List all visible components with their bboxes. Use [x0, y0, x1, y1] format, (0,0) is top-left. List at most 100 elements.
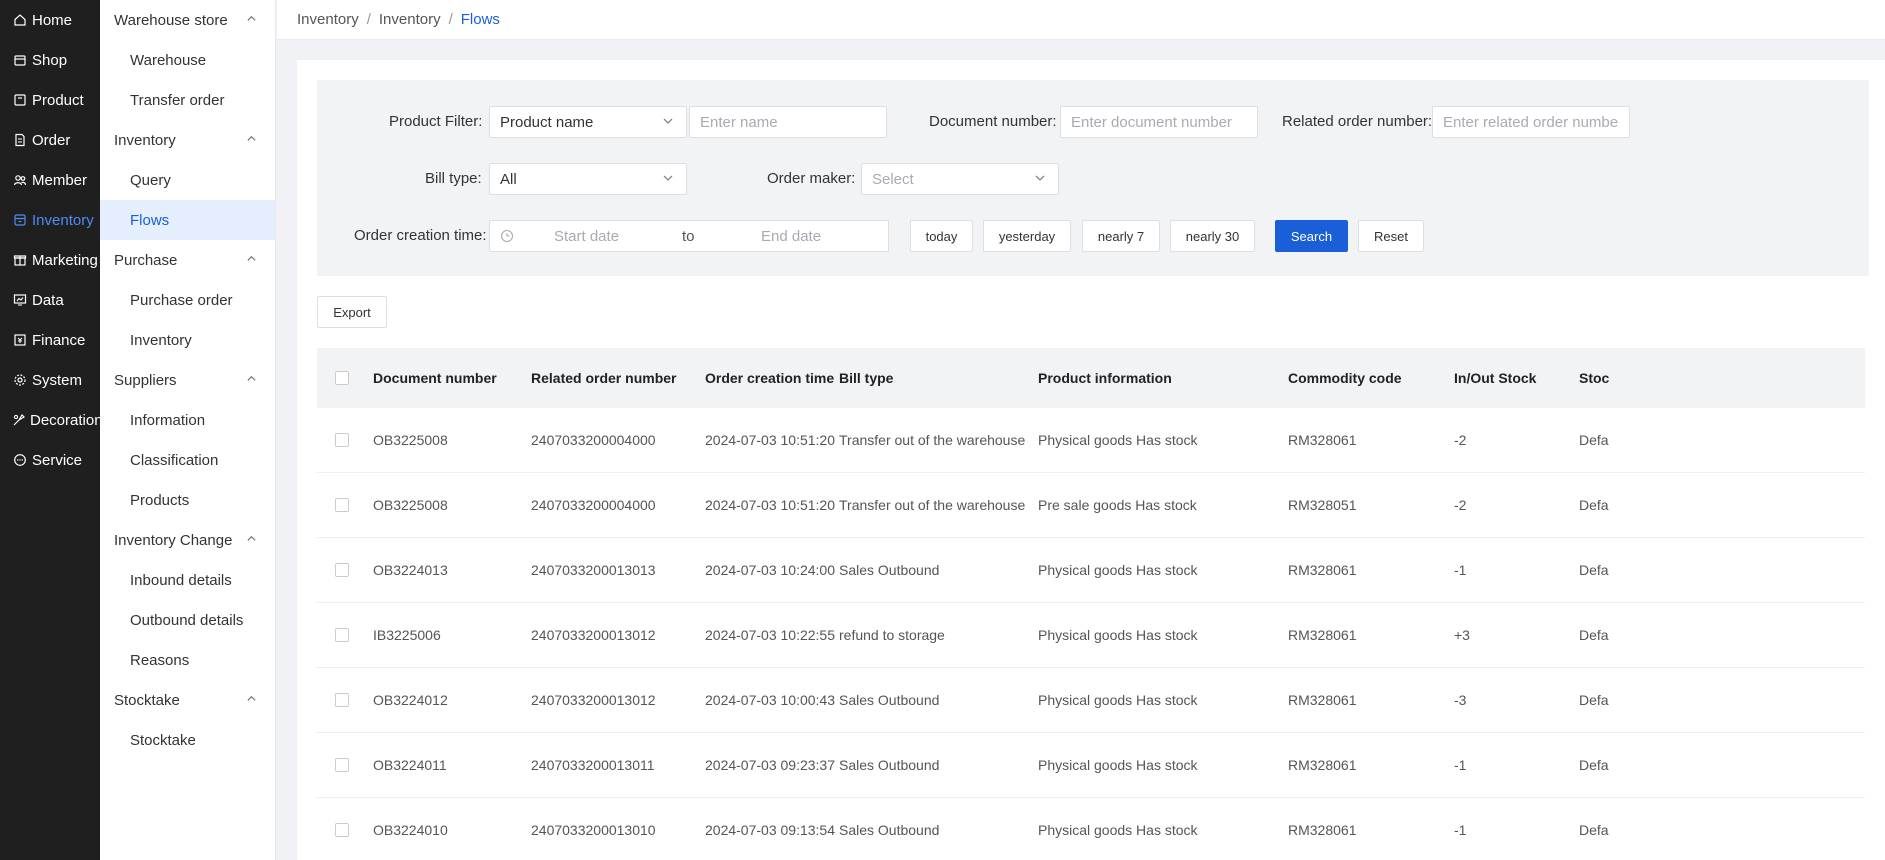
- quick-date-yesterday-button[interactable]: yesterday: [983, 220, 1071, 252]
- sidebar-item-stocktake[interactable]: Stocktake: [100, 720, 275, 760]
- search-button[interactable]: Search: [1275, 220, 1348, 252]
- bill-type-select[interactable]: All: [489, 163, 687, 195]
- table-row[interactable]: OB3224011 2407033200013011 2024-07-03 09:2…: [317, 733, 1865, 798]
- row-checkbox[interactable]: [335, 693, 349, 707]
- sidebar-group-warehouse-store[interactable]: Warehouse store: [100, 0, 275, 40]
- table-cell: 2407033200013010: [531, 822, 656, 838]
- sidebar-item-transfer-order[interactable]: Transfer order: [100, 80, 275, 120]
- primary-nav-item-product[interactable]: Product: [0, 80, 100, 120]
- sidebar-group-stocktake[interactable]: Stocktake: [100, 680, 275, 720]
- column-header[interactable]: Bill type: [839, 348, 893, 408]
- sidebar-item-outbound-details[interactable]: Outbound details: [100, 600, 275, 640]
- row-checkbox[interactable]: [335, 433, 349, 447]
- primary-nav-label: Product: [32, 91, 84, 109]
- table-cell: OB3224013: [373, 562, 448, 578]
- sidebar-item-purchase-order[interactable]: Purchase order: [100, 280, 275, 320]
- primary-nav-item-home[interactable]: Home: [0, 0, 100, 40]
- sidebar-item-inventory[interactable]: Inventory: [100, 320, 275, 360]
- primary-nav-item-inventory[interactable]: Inventory: [0, 200, 100, 240]
- sidebar-item-warehouse[interactable]: Warehouse: [100, 40, 275, 80]
- row-checkbox[interactable]: [335, 758, 349, 772]
- document-number-field[interactable]: [1071, 113, 1247, 131]
- row-checkbox[interactable]: [335, 823, 349, 837]
- table-row[interactable]: OB3225008 2407033200004000 2024-07-03 10:5…: [317, 408, 1865, 473]
- table-row[interactable]: IB3225006 2407033200013012 2024-07-03 10:2…: [317, 603, 1865, 668]
- primary-nav-item-data[interactable]: Data: [0, 280, 100, 320]
- table-cell: Physical goods Has stock: [1038, 757, 1198, 773]
- sidebar-item-classification[interactable]: Classification: [100, 440, 275, 480]
- export-button[interactable]: Export: [317, 296, 387, 328]
- product-filter-label: Product Filter:: [389, 113, 483, 130]
- table-cell: RM328061: [1288, 757, 1357, 773]
- column-header[interactable]: Commodity code: [1288, 348, 1402, 408]
- select-all-checkbox[interactable]: [335, 371, 349, 385]
- order-maker-label: Order maker:: [767, 170, 856, 187]
- related-order-input[interactable]: [1432, 106, 1630, 138]
- table-row[interactable]: OB3224010 2407033200013010 2024-07-03 09:1…: [317, 798, 1865, 860]
- document-number-input[interactable]: [1060, 106, 1258, 138]
- row-checkbox[interactable]: [335, 563, 349, 577]
- sidebar-group-label: Purchase: [114, 251, 178, 269]
- primary-nav-item-marketing[interactable]: Marketing: [0, 240, 100, 280]
- table-cell: Physical goods Has stock: [1038, 432, 1198, 448]
- sidebar-item-products[interactable]: Products: [100, 480, 275, 520]
- column-header[interactable]: Product information: [1038, 348, 1172, 408]
- primary-nav-item-member[interactable]: Member: [0, 160, 100, 200]
- quick-date-nearly-30-button[interactable]: nearly 30: [1170, 220, 1255, 252]
- date-range-picker[interactable]: Start date to End date: [489, 220, 889, 252]
- sidebar-item-information[interactable]: Information: [100, 400, 275, 440]
- table-cell: OB3225008: [373, 497, 448, 513]
- table-row[interactable]: OB3224012 2407033200013012 2024-07-03 10:0…: [317, 668, 1865, 733]
- primary-nav-item-order[interactable]: Order: [0, 120, 100, 160]
- breadcrumb-item[interactable]: Inventory: [297, 11, 359, 28]
- sidebar-item-flows[interactable]: Flows: [100, 200, 275, 240]
- primary-nav-label: Inventory: [32, 211, 94, 229]
- system-icon: [12, 372, 28, 388]
- order-maker-select[interactable]: Select: [861, 163, 1059, 195]
- start-date-placeholder[interactable]: Start date: [554, 228, 619, 245]
- home-icon: [12, 12, 28, 28]
- chevron-up-icon: [246, 253, 257, 267]
- quick-date-nearly-7-button[interactable]: nearly 7: [1082, 220, 1160, 252]
- related-order-label: Related order number:: [1282, 113, 1433, 130]
- table-cell: OB3224012: [373, 692, 448, 708]
- column-header[interactable]: Document number: [373, 348, 497, 408]
- table-cell: 2024-07-03 09:13:54: [705, 822, 835, 838]
- sidebar-item-reasons[interactable]: Reasons: [100, 640, 275, 680]
- table-row[interactable]: OB3224013 2407033200013013 2024-07-03 10:2…: [317, 538, 1865, 603]
- primary-nav-item-shop[interactable]: Shop: [0, 40, 100, 80]
- column-header[interactable]: Order creation time: [705, 348, 834, 408]
- sidebar-group-suppliers[interactable]: Suppliers: [100, 360, 275, 400]
- sidebar-group-label: Inventory: [114, 131, 176, 149]
- primary-nav-item-system[interactable]: System: [0, 360, 100, 400]
- table-cell: Physical goods Has stock: [1038, 692, 1198, 708]
- column-header[interactable]: Stoc: [1579, 348, 1609, 408]
- end-date-placeholder[interactable]: End date: [761, 228, 821, 245]
- breadcrumb-separator: /: [448, 11, 453, 28]
- sidebar-group-inventory-change[interactable]: Inventory Change: [100, 520, 275, 560]
- product-name-field[interactable]: [700, 113, 876, 131]
- sidebar-item-query[interactable]: Query: [100, 160, 275, 200]
- reset-button[interactable]: Reset: [1358, 220, 1424, 252]
- sidebar-group-inventory[interactable]: Inventory: [100, 120, 275, 160]
- table-cell: Physical goods Has stock: [1038, 822, 1198, 838]
- column-header[interactable]: Related order number: [531, 348, 676, 408]
- primary-nav-item-decoration[interactable]: Decoration: [0, 400, 103, 440]
- primary-nav-item-finance[interactable]: Finance: [0, 320, 100, 360]
- sidebar-item-inbound-details[interactable]: Inbound details: [100, 560, 275, 600]
- product-filter-select[interactable]: Product name: [489, 106, 687, 138]
- table-cell: 2024-07-03 10:51:20: [705, 497, 835, 513]
- table-cell: Defa: [1579, 562, 1609, 578]
- quick-date-today-button[interactable]: today: [910, 220, 973, 252]
- row-checkbox-cell: [335, 538, 349, 602]
- table-row[interactable]: OB3225008 2407033200004000 2024-07-03 10:5…: [317, 473, 1865, 538]
- related-order-field[interactable]: [1443, 113, 1619, 131]
- row-checkbox[interactable]: [335, 498, 349, 512]
- breadcrumb-item[interactable]: Inventory: [379, 11, 441, 28]
- table-cell: OB3225008: [373, 432, 448, 448]
- product-name-input[interactable]: [689, 106, 887, 138]
- primary-nav-item-service[interactable]: Service: [0, 440, 100, 480]
- row-checkbox[interactable]: [335, 628, 349, 642]
- sidebar-group-purchase[interactable]: Purchase: [100, 240, 275, 280]
- column-header[interactable]: In/Out Stock: [1454, 348, 1536, 408]
